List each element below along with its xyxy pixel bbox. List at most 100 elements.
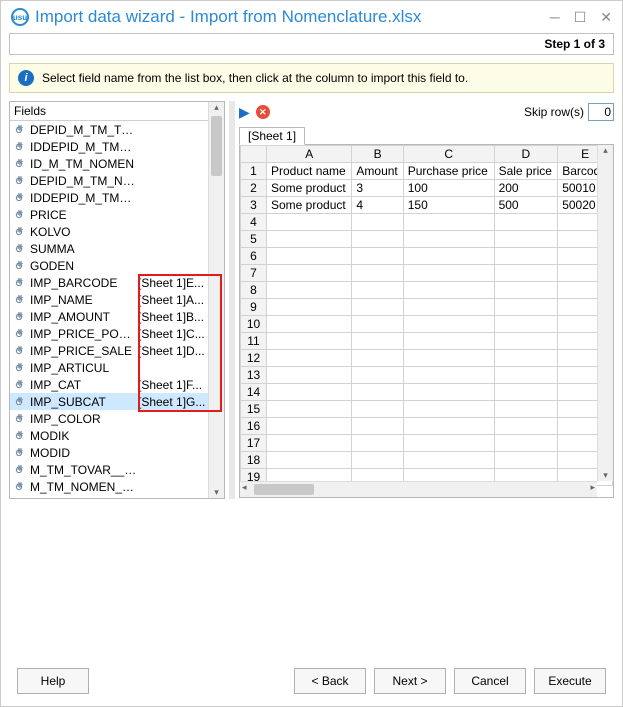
grid-cell[interactable] xyxy=(494,435,558,452)
grid-cell[interactable] xyxy=(267,214,352,231)
field-row[interactable]: MODIK xyxy=(10,427,224,444)
grid-cell[interactable] xyxy=(352,435,403,452)
grid-cell[interactable] xyxy=(267,248,352,265)
grid-cell[interactable] xyxy=(352,248,403,265)
spreadsheet-grid[interactable]: ABCDE1Product nameAmountPurchase priceSa… xyxy=(239,144,614,498)
grid-cell[interactable] xyxy=(494,248,558,265)
grid-cell[interactable] xyxy=(403,282,494,299)
minimize-button[interactable]: ─ xyxy=(550,9,560,26)
field-row[interactable]: DEPID_M_TM_TOVAR xyxy=(10,121,224,138)
next-button[interactable]: Next > xyxy=(374,668,446,694)
grid-cell[interactable]: 4 xyxy=(352,197,403,214)
grid-cell[interactable]: Purchase price xyxy=(403,163,494,180)
grid-cell[interactable]: 100 xyxy=(403,180,494,197)
row-header[interactable]: 11 xyxy=(241,333,267,350)
col-header[interactable]: B xyxy=(352,146,403,163)
field-row[interactable]: MODID xyxy=(10,444,224,461)
field-row[interactable]: IMP_COLOR xyxy=(10,410,224,427)
field-row[interactable]: ID_M_TM_NOMEN xyxy=(10,155,224,172)
help-button[interactable]: Help xyxy=(17,668,89,694)
grid-cell[interactable] xyxy=(403,435,494,452)
grid-cell[interactable] xyxy=(403,265,494,282)
grid-cell[interactable] xyxy=(267,299,352,316)
grid-cell[interactable] xyxy=(494,384,558,401)
grid-cell[interactable] xyxy=(403,299,494,316)
grid-cell[interactable] xyxy=(267,231,352,248)
grid-cell[interactable] xyxy=(403,333,494,350)
grid-cell[interactable] xyxy=(494,367,558,384)
field-row[interactable]: IDDEPID_M_TM_N... xyxy=(10,189,224,206)
row-header[interactable]: 18 xyxy=(241,452,267,469)
row-header[interactable]: 5 xyxy=(241,231,267,248)
grid-cell[interactable] xyxy=(403,452,494,469)
grid-cell[interactable] xyxy=(352,316,403,333)
grid-cell[interactable] xyxy=(267,265,352,282)
grid-cell[interactable] xyxy=(352,350,403,367)
grid-cell[interactable] xyxy=(403,316,494,333)
grid-cell[interactable] xyxy=(267,435,352,452)
grid-cell[interactable] xyxy=(494,316,558,333)
splitter[interactable] xyxy=(229,101,235,499)
grid-cell[interactable] xyxy=(267,282,352,299)
grid-cell[interactable] xyxy=(267,316,352,333)
grid-cell[interactable]: Some product xyxy=(267,197,352,214)
grid-cell[interactable] xyxy=(494,265,558,282)
back-button[interactable]: < Back xyxy=(294,668,366,694)
grid-cell[interactable] xyxy=(403,367,494,384)
grid-cell[interactable] xyxy=(352,418,403,435)
grid-cell[interactable] xyxy=(494,231,558,248)
grid-cell[interactable] xyxy=(494,401,558,418)
row-header[interactable]: 16 xyxy=(241,418,267,435)
maximize-button[interactable]: ☐ xyxy=(574,9,587,26)
row-header[interactable]: 13 xyxy=(241,367,267,384)
grid-cell[interactable]: 150 xyxy=(403,197,494,214)
row-header[interactable]: 15 xyxy=(241,401,267,418)
row-header[interactable]: 4 xyxy=(241,214,267,231)
grid-cell[interactable]: Amount xyxy=(352,163,403,180)
grid-cell[interactable] xyxy=(403,214,494,231)
col-header[interactable]: C xyxy=(403,146,494,163)
grid-cell[interactable] xyxy=(352,214,403,231)
grid-cell[interactable] xyxy=(267,367,352,384)
field-row[interactable]: PRICE xyxy=(10,206,224,223)
delete-icon[interactable]: ✕ xyxy=(256,105,270,119)
grid-cell[interactable] xyxy=(494,282,558,299)
row-header[interactable]: 12 xyxy=(241,350,267,367)
grid-cell[interactable]: 500 xyxy=(494,197,558,214)
grid-cell[interactable] xyxy=(267,333,352,350)
grid-cell[interactable]: Some product xyxy=(267,180,352,197)
grid-cell[interactable] xyxy=(352,384,403,401)
grid-cell[interactable] xyxy=(494,299,558,316)
grid-cell[interactable] xyxy=(403,248,494,265)
grid-cell[interactable] xyxy=(403,350,494,367)
field-row[interactable]: IDDEPID_M_TM_T... xyxy=(10,138,224,155)
grid-cell[interactable] xyxy=(267,384,352,401)
grid-cell[interactable]: Sale price xyxy=(494,163,558,180)
field-row[interactable]: GODEN xyxy=(10,257,224,274)
row-header[interactable]: 1 xyxy=(241,163,267,180)
row-header[interactable]: 6 xyxy=(241,248,267,265)
grid-cell[interactable] xyxy=(352,265,403,282)
grid-cell[interactable] xyxy=(267,350,352,367)
row-header[interactable]: 2 xyxy=(241,180,267,197)
grid-cell[interactable] xyxy=(352,333,403,350)
skip-rows-input[interactable] xyxy=(588,103,614,121)
grid-cell[interactable] xyxy=(403,384,494,401)
grid-cell[interactable] xyxy=(494,333,558,350)
grid-cell[interactable] xyxy=(403,418,494,435)
grid-cell[interactable] xyxy=(352,299,403,316)
cancel-button[interactable]: Cancel xyxy=(454,668,526,694)
grid-cell[interactable] xyxy=(403,401,494,418)
close-button[interactable]: ✕ xyxy=(600,9,612,26)
grid-cell[interactable] xyxy=(267,418,352,435)
row-header[interactable]: 17 xyxy=(241,435,267,452)
grid-cell[interactable] xyxy=(352,231,403,248)
field-row[interactable]: M_TM_NOMEN___... xyxy=(10,478,224,495)
grid-hscrollbar[interactable] xyxy=(240,481,597,497)
grid-cell[interactable] xyxy=(352,367,403,384)
grid-cell[interactable]: Product name xyxy=(267,163,352,180)
grid-cell[interactable] xyxy=(352,282,403,299)
grid-cell[interactable] xyxy=(267,401,352,418)
col-header[interactable]: D xyxy=(494,146,558,163)
row-header[interactable]: 3 xyxy=(241,197,267,214)
